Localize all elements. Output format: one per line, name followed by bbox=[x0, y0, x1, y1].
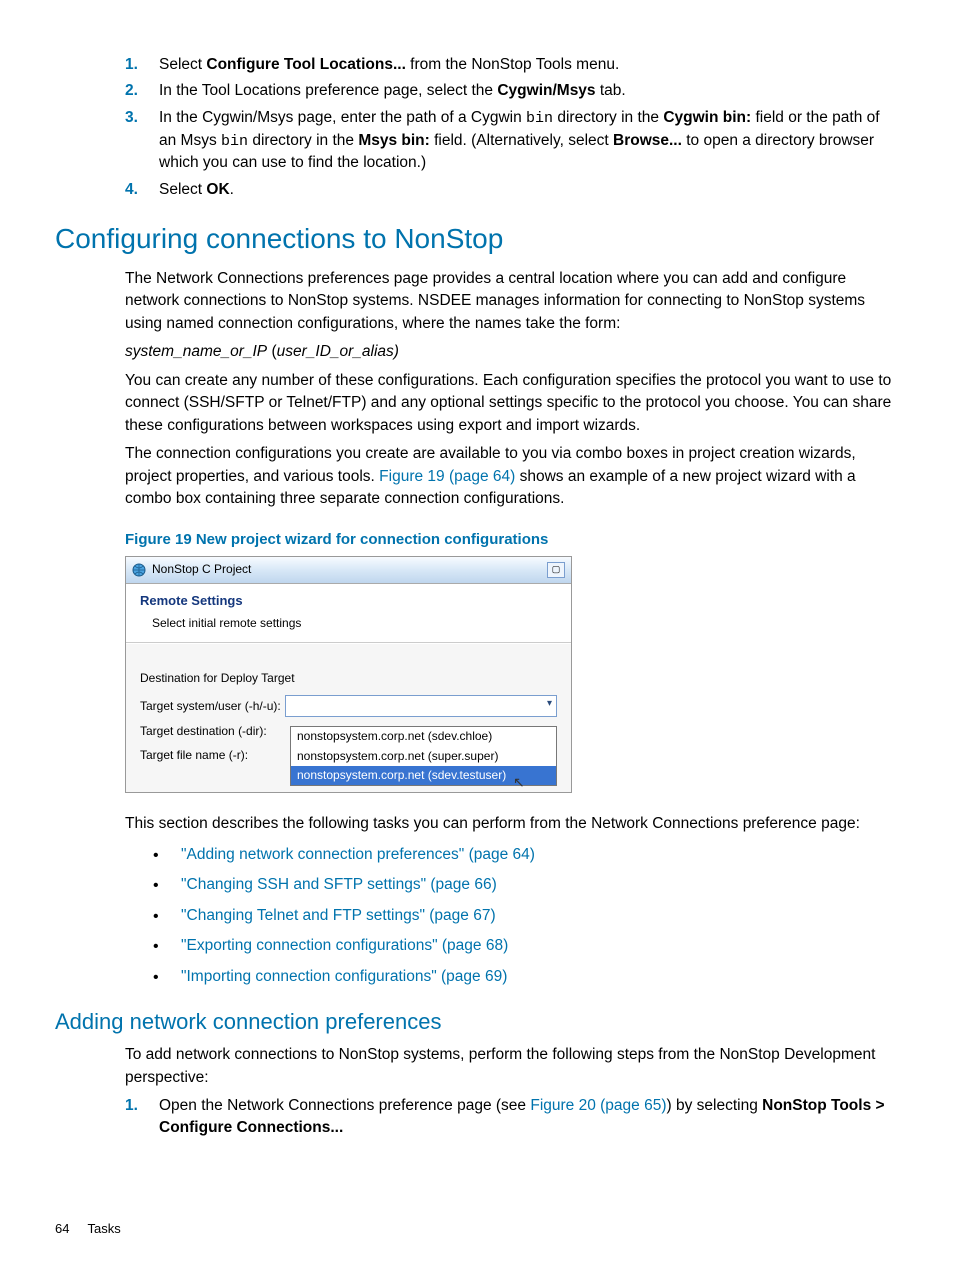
figure-19: NonStop C Project ▢ Remote Settings Sele… bbox=[125, 556, 572, 793]
figure-header-title: Remote Settings bbox=[140, 592, 557, 611]
window-button: ▢ bbox=[547, 562, 565, 578]
figure-header: Remote Settings Select initial remote se… bbox=[126, 584, 571, 643]
step-number: 4. bbox=[125, 179, 159, 201]
para-adding-intro: To add network connections to NonStop sy… bbox=[125, 1044, 899, 1089]
footer-page-number: 64 bbox=[55, 1220, 69, 1239]
step-text: In the Tool Locations preference page, s… bbox=[159, 80, 626, 102]
step-number: 1. bbox=[125, 1095, 159, 1140]
step-number: 1. bbox=[125, 54, 159, 76]
figure-title: NonStop C Project bbox=[152, 561, 251, 578]
page-footer: 64 Tasks bbox=[55, 1220, 899, 1239]
para-configs: You can create any number of these confi… bbox=[125, 370, 899, 437]
para-tasks-intro: This section describes the following tas… bbox=[125, 813, 899, 835]
label-target-system: Target system/user (-h/-u): bbox=[140, 698, 285, 715]
link-figure-19[interactable]: Figure 19 (page 64) bbox=[379, 468, 515, 485]
steps-bottom: 1.Open the Network Connections preferenc… bbox=[125, 1095, 899, 1140]
para-intro: The Network Connections preferences page… bbox=[125, 268, 899, 335]
inline-link[interactable]: Figure 20 (page 65) bbox=[530, 1097, 666, 1114]
label-target-file: Target file name (-r): bbox=[140, 747, 285, 764]
figure-header-sub: Select initial remote settings bbox=[152, 615, 557, 632]
list-item: "Changing Telnet and FTP settings" (page… bbox=[153, 905, 899, 927]
combo-target-system[interactable] bbox=[285, 695, 557, 717]
step-text: Select OK. bbox=[159, 179, 234, 201]
step-text: In the Cygwin/Msys page, enter the path … bbox=[159, 107, 899, 175]
step-text: Open the Network Connections preference … bbox=[159, 1095, 899, 1140]
dropdown-option[interactable]: nonstopsystem.corp.net (super.super) bbox=[291, 747, 556, 766]
steps-top: 1.Select Configure Tool Locations... fro… bbox=[125, 54, 899, 201]
step-text: Select Configure Tool Locations... from … bbox=[159, 54, 619, 76]
task-link[interactable]: "Importing connection configurations" (p… bbox=[181, 968, 507, 985]
figure-form: Destination for Deploy Target Target sys… bbox=[126, 643, 571, 792]
group-label: Destination for Deploy Target bbox=[140, 670, 557, 687]
para-combo: The connection configurations you create… bbox=[125, 443, 899, 510]
step-number: 2. bbox=[125, 80, 159, 102]
figure-caption: Figure 19 New project wizard for connect… bbox=[125, 529, 899, 551]
task-links: "Adding network connection preferences" … bbox=[153, 844, 899, 988]
label-target-dest: Target destination (-dir): bbox=[140, 723, 285, 740]
heading-adding: Adding network connection preferences bbox=[55, 1006, 899, 1038]
task-link[interactable]: "Changing Telnet and FTP settings" (page… bbox=[181, 907, 496, 924]
format-line: system_name_or_IP (user_ID_or_alias) bbox=[125, 341, 899, 363]
task-link[interactable]: "Changing SSH and SFTP settings" (page 6… bbox=[181, 876, 497, 893]
figure-titlebar: NonStop C Project ▢ bbox=[126, 557, 571, 583]
step-number: 3. bbox=[125, 107, 159, 175]
list-item: "Exporting connection configurations" (p… bbox=[153, 935, 899, 957]
list-item: "Importing connection configurations" (p… bbox=[153, 966, 899, 988]
list-item: "Changing SSH and SFTP settings" (page 6… bbox=[153, 874, 899, 896]
wizard-icon bbox=[132, 563, 146, 577]
heading-configuring: Configuring connections to NonStop bbox=[55, 219, 899, 260]
task-link[interactable]: "Exporting connection configurations" (p… bbox=[181, 937, 508, 954]
dropdown-option[interactable]: nonstopsystem.corp.net (sdev.chloe) bbox=[291, 727, 556, 746]
task-link[interactable]: "Adding network connection preferences" … bbox=[181, 846, 535, 863]
list-item: "Adding network connection preferences" … bbox=[153, 844, 899, 866]
footer-section: Tasks bbox=[87, 1220, 120, 1239]
